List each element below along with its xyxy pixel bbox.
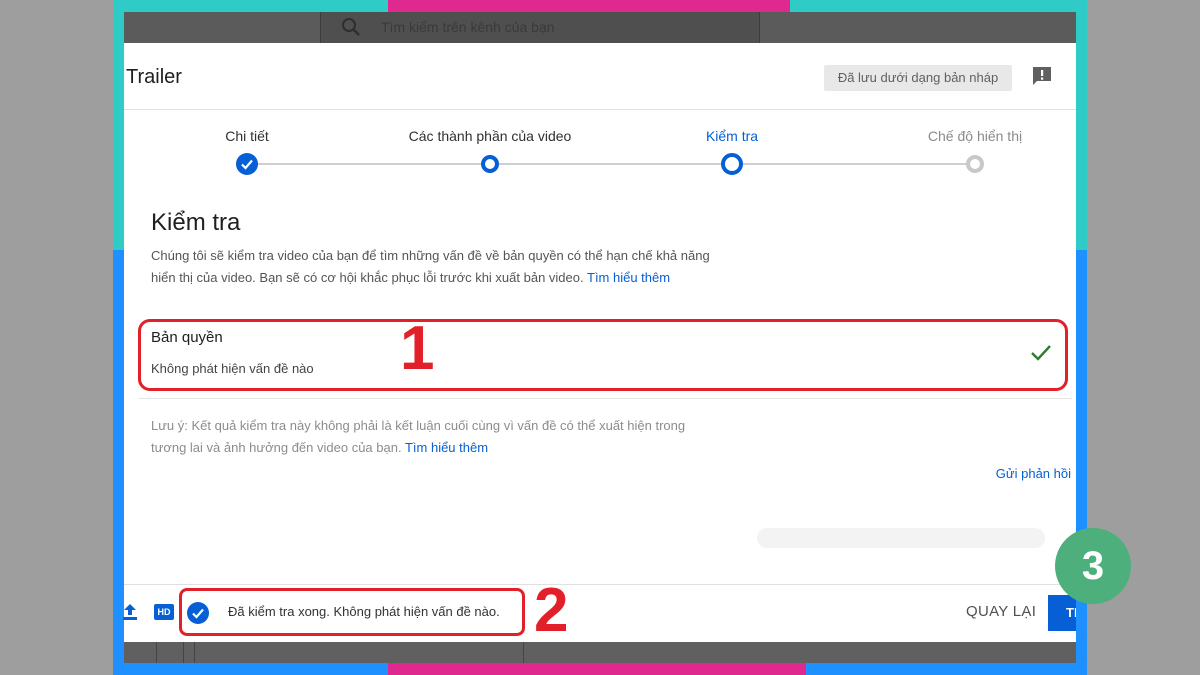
- note-learn-more-link[interactable]: Tìm hiểu thêm: [405, 440, 488, 455]
- step-elements-node[interactable]: [481, 155, 499, 173]
- step-visibility-label[interactable]: Chế độ hiển thị: [928, 128, 1022, 144]
- step-checks-label[interactable]: Kiểm tra: [706, 128, 758, 144]
- step-elements-label[interactable]: Các thành phần của video: [409, 128, 572, 144]
- status-check-icon: [187, 602, 209, 624]
- frame-bottom: [113, 663, 1087, 675]
- background-block: [194, 642, 524, 663]
- hd-icon[interactable]: HD: [154, 604, 174, 620]
- check-icon: [1031, 345, 1051, 361]
- upload-dialog: Trailer Đã lưu dưới dạng bản nháp Chi ti…: [122, 43, 1076, 642]
- frame-top: [113, 0, 1087, 12]
- step-details-label[interactable]: Chi tiết: [225, 128, 269, 144]
- annotation-number-1: 1: [400, 314, 435, 383]
- annotation-number-2: 2: [534, 576, 569, 645]
- copyright-status: Không phát hiện vấn đề nào: [151, 361, 314, 376]
- background-block: [156, 642, 184, 663]
- stepper-track: [247, 163, 975, 165]
- draft-status-badge: Đã lưu dưới dạng bản nháp: [824, 65, 1012, 91]
- background-bottom: [124, 642, 1076, 663]
- annotation-badge-3: 3: [1055, 528, 1131, 604]
- section-divider: [138, 398, 1072, 399]
- placeholder-bar: [757, 528, 1045, 548]
- feedback-icon[interactable]: [1031, 65, 1053, 87]
- dialog-title: Trailer: [126, 66, 182, 88]
- checks-note: Lưu ý: Kết quả kiểm tra này không phải l…: [151, 415, 711, 459]
- send-feedback-link[interactable]: Gửi phản hồi: [996, 466, 1071, 481]
- header-divider: [124, 109, 1076, 110]
- check-status-text: Đã kiểm tra xong. Không phát hiện vấn đề…: [228, 604, 500, 619]
- channel-search-bar[interactable]: Tìm kiếm trên kênh của bạn: [320, 12, 760, 43]
- search-icon[interactable]: [341, 17, 361, 37]
- annotation-highlight-copyright: [138, 319, 1068, 391]
- footer-divider: [124, 584, 1076, 585]
- step-checks-node[interactable]: [721, 153, 743, 175]
- checks-description: Chúng tôi sẽ kiểm tra video của bạn để t…: [151, 245, 711, 289]
- section-heading: Kiểm tra: [151, 209, 241, 236]
- step-visibility-node[interactable]: [966, 155, 984, 173]
- frame-left: [113, 0, 124, 675]
- back-button[interactable]: QUAY LẠI: [966, 603, 1036, 620]
- next-button[interactable]: TI: [1048, 595, 1076, 631]
- learn-more-link[interactable]: Tìm hiểu thêm: [587, 270, 670, 285]
- copyright-title: Bản quyền: [151, 329, 223, 346]
- search-placeholder: Tìm kiếm trên kênh của bạn: [381, 19, 555, 35]
- upload-icon[interactable]: [122, 603, 138, 621]
- step-details-check-icon[interactable]: [236, 153, 258, 175]
